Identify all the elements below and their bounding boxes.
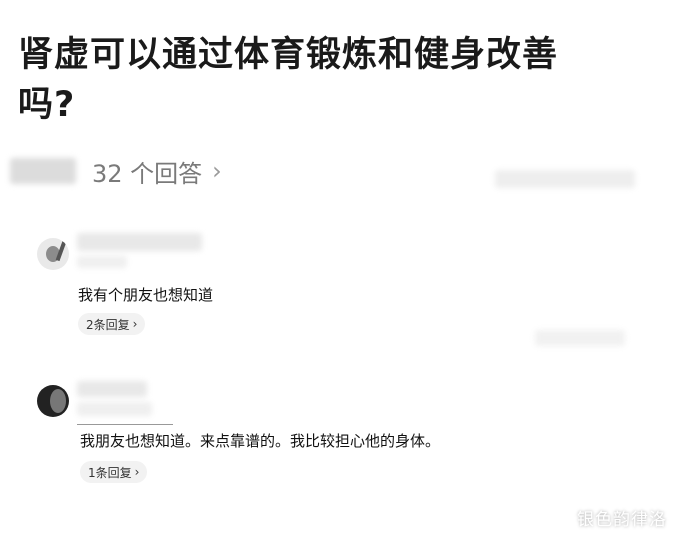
blurred-action (495, 170, 635, 188)
reply-count-button[interactable]: 2条回复 › (78, 313, 146, 335)
reply-label: 1条回复 (88, 465, 132, 480)
blurred-username-detail (77, 402, 152, 416)
chevron-right-icon: › (134, 465, 140, 479)
user-avatar[interactable] (37, 238, 69, 270)
avatar-figure (50, 389, 66, 413)
question-title: 肾虚可以通过体育锻炼和健身改善吗? (18, 35, 559, 125)
comment-text: 我朋友也想知道。来点靠谱的。我比较担心他的身体。 (80, 432, 441, 450)
answers-link[interactable]: 32 个回答 › (92, 155, 222, 188)
user-avatar[interactable] (37, 385, 69, 417)
comment-text: 我有个朋友也想知道 (78, 286, 214, 304)
blurred-username (77, 381, 147, 397)
blurred-username-detail (77, 256, 127, 268)
reply-label: 2条回复 (86, 317, 130, 332)
blurred-like (535, 330, 625, 346)
reply-count-button[interactable]: 1条回复 › (80, 461, 148, 483)
chevron-right-icon: › (132, 317, 138, 331)
answers-count: 32 个回答 (92, 159, 203, 188)
watermark: 银色韵律洛 (577, 510, 667, 530)
divider (77, 424, 173, 425)
blurred-username (77, 233, 202, 251)
chevron-right-icon: › (212, 157, 222, 185)
blurred-author (10, 158, 76, 184)
